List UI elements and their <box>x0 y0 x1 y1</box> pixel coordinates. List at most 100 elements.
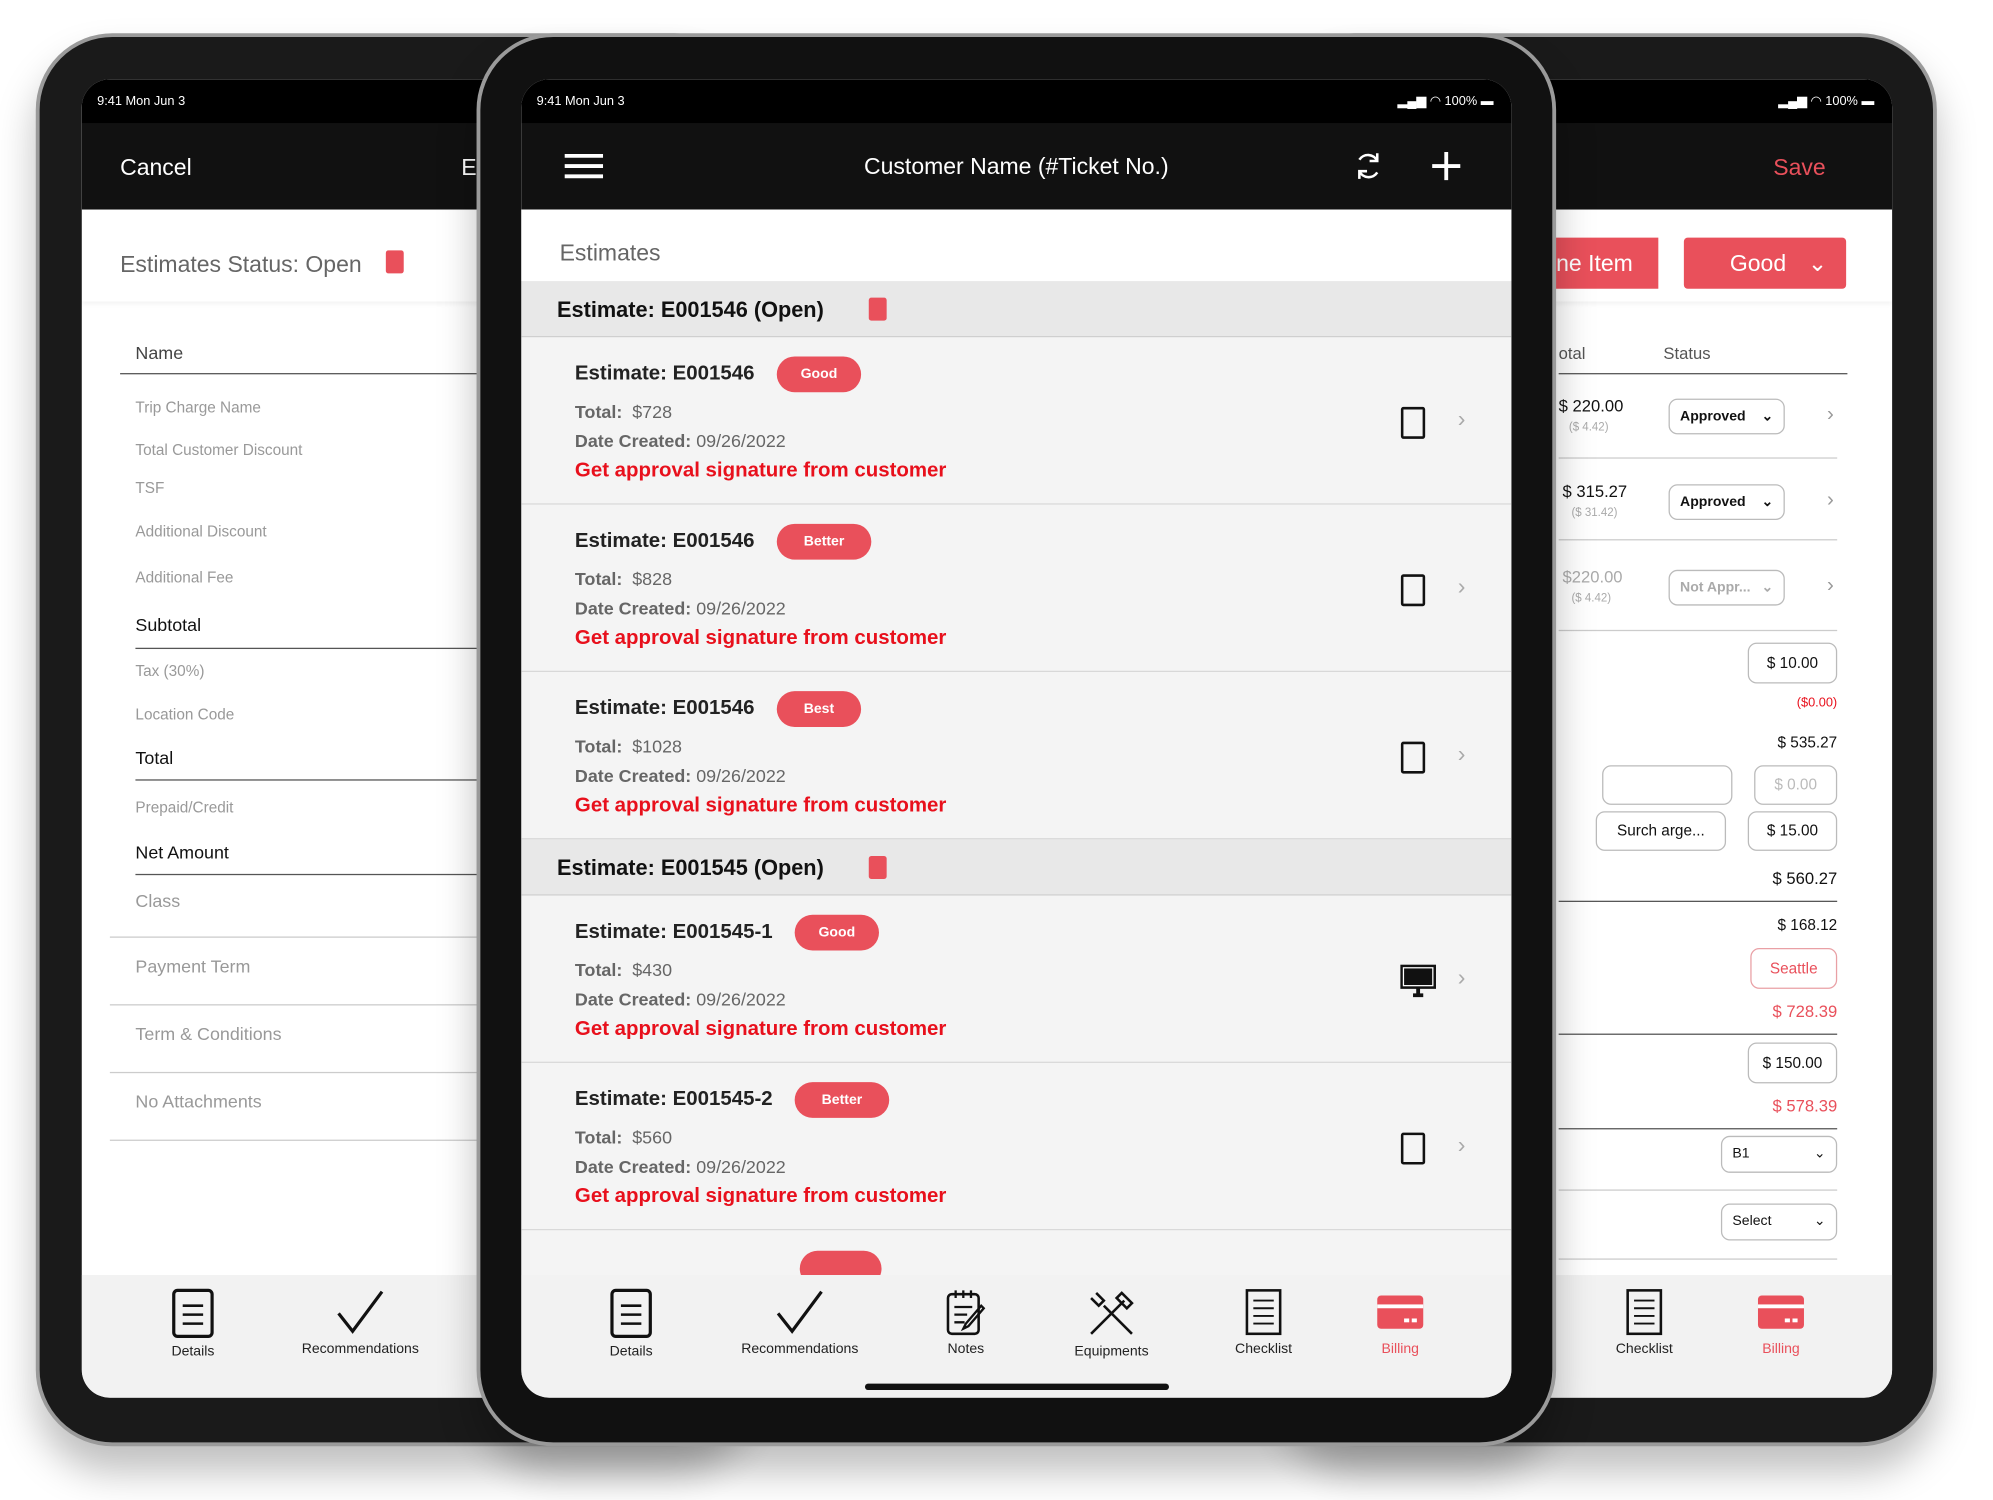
status-value: Approved <box>1680 494 1746 510</box>
approval-signature-link[interactable]: Get approval signature from customer <box>575 795 946 818</box>
tab-equipments[interactable]: Equipments <box>1041 1288 1182 1359</box>
document-icon <box>561 1288 702 1339</box>
field-class[interactable]: Class <box>135 890 180 910</box>
row-amount: $ 315.27 <box>1562 481 1628 501</box>
tax-amount-input[interactable]: $ 0.00 <box>1754 765 1838 805</box>
field-subtotal: Subtotal <box>135 614 202 635</box>
tab-label: Recommendations <box>741 1341 859 1357</box>
chevron-right-icon[interactable]: › <box>1458 406 1466 433</box>
field-terms[interactable]: Term & Conditions <box>135 1023 281 1043</box>
chevron-right-icon[interactable]: › <box>1458 574 1466 601</box>
status-select[interactable]: Approved ⌄ <box>1668 484 1785 520</box>
date-label: Date Created: <box>574 765 692 786</box>
estimate-total: Total: $430 <box>575 959 672 979</box>
refresh-icon[interactable] <box>1354 151 1382 182</box>
tab-recommendations[interactable]: Recommendations <box>730 1288 871 1357</box>
chevron-right-icon[interactable]: › <box>1827 489 1834 512</box>
chevron-right-icon[interactable]: › <box>1458 1132 1466 1159</box>
document-icon <box>172 1288 214 1338</box>
tier-badge: Better <box>794 1082 890 1118</box>
notes-icon <box>896 1288 1037 1337</box>
chevron-right-icon[interactable]: › <box>1458 965 1466 992</box>
checklist-icon <box>1626 1289 1663 1336</box>
tablet-icon <box>1400 741 1426 781</box>
approval-signature-link[interactable]: Get approval signature from customer <box>575 627 946 650</box>
estimate-card[interactable]: Estimate: E001545-2 Better Total: $560 D… <box>521 1062 1512 1231</box>
status-select[interactable]: Not Appr... ⌄ <box>1668 569 1785 606</box>
battery-text: 100% <box>1825 94 1858 109</box>
estimate-card[interactable]: Estimate: E001546 Good Total: $728 Date … <box>521 337 1512 505</box>
estimates-heading: Estimates <box>559 240 661 266</box>
estimate-card[interactable]: Estimate: E001545-1 Good Total: $430 Dat… <box>521 895 1512 1063</box>
tab-checklist[interactable]: Checklist <box>1193 1288 1334 1357</box>
field-prepaid[interactable]: Prepaid/Credit <box>135 799 233 817</box>
nav-title-partial: E <box>461 154 477 181</box>
add-icon[interactable] <box>1431 151 1462 182</box>
date-label: Date Created: <box>574 430 692 451</box>
class-select[interactable]: B1 ⌄ <box>1720 1135 1838 1173</box>
status-time: 9:41 Mon Jun 3 <box>536 94 625 109</box>
field-additional-discount[interactable]: Additional Discount <box>135 523 266 541</box>
estimate-section-header[interactable]: Estimate: E001545 (Open) <box>521 839 1512 896</box>
home-indicator <box>864 1383 1170 1391</box>
chevron-right-icon[interactable]: › <box>1458 741 1466 768</box>
tab-billing[interactable]: Billing <box>1330 1288 1471 1357</box>
payment-term-select[interactable]: Select ⌄ <box>1720 1203 1838 1241</box>
tools-icon <box>1041 1288 1182 1339</box>
status-select[interactable]: Approved ⌄ <box>1668 398 1785 435</box>
additional-fee-input[interactable]: $ 10.00 <box>1747 642 1838 684</box>
estimates-list[interactable]: Estimate: E001546 (Open) Estimate: E0015… <box>521 281 1512 1276</box>
save-button[interactable]: Save <box>1773 155 1825 182</box>
field-additional-fee[interactable]: Additional Fee <box>135 569 233 587</box>
field-location-code[interactable]: Location Code <box>135 705 234 723</box>
status-time: 9:41 Mon Jun 3 <box>97 94 186 109</box>
estimate-card[interactable] <box>521 1230 1512 1276</box>
desktop-icon <box>1400 964 1437 1005</box>
surcharge-input[interactable]: Surch arge... <box>1595 811 1727 851</box>
column-total: otal <box>1558 343 1586 363</box>
tab-billing[interactable]: Billing <box>1711 1288 1852 1357</box>
field-customer-discount[interactable]: Total Customer Discount <box>135 441 302 459</box>
tab-details[interactable]: Details <box>123 1288 264 1359</box>
field-name[interactable]: Name <box>135 342 183 362</box>
estimate-card[interactable]: Estimate: E001546 Better Total: $828 Dat… <box>521 504 1512 673</box>
prepaid-input[interactable]: $ 150.00 <box>1747 1042 1838 1084</box>
total-value: $ 560.27 <box>1772 868 1838 888</box>
field-payment-term[interactable]: Payment Term <box>135 956 250 976</box>
approval-signature-link[interactable]: Get approval signature from customer <box>575 1186 946 1209</box>
status-value: Approved <box>1680 408 1746 425</box>
tax-name-input[interactable] <box>1602 765 1733 805</box>
estimate-card[interactable]: Estimate: E001546 Best Total: $1028 Date… <box>521 672 1512 840</box>
date-value: 09/26/2022 <box>696 765 786 786</box>
chevron-right-icon[interactable]: › <box>1827 404 1834 427</box>
document-icon[interactable] <box>868 855 887 879</box>
field-tsf[interactable]: TSF <box>135 479 164 497</box>
checklist-icon <box>1193 1288 1334 1337</box>
document-icon[interactable] <box>868 297 887 321</box>
approval-signature-link[interactable]: Get approval signature from customer <box>575 460 946 483</box>
battery-text: 100% <box>1444 94 1478 109</box>
estimate-total: Total: $828 <box>575 569 672 589</box>
tab-checklist[interactable]: Checklist <box>1574 1288 1715 1357</box>
tier-select[interactable]: Good ⌄ <box>1683 237 1847 289</box>
tab-details[interactable]: Details <box>561 1288 702 1359</box>
estimate-name: Estimate: E001546 <box>574 697 755 720</box>
estimate-date: Date Created: 09/26/2022 <box>575 989 786 1009</box>
date-value: 09/26/2022 <box>696 1156 786 1177</box>
location-select[interactable]: Seattle <box>1750 947 1838 989</box>
cancel-button[interactable]: Cancel <box>120 155 192 182</box>
chevron-right-icon[interactable]: › <box>1827 575 1834 598</box>
document-icon[interactable] <box>385 250 404 274</box>
tab-recommendations[interactable]: Recommendations <box>290 1288 431 1357</box>
surcharge-amount-input[interactable]: $ 15.00 <box>1747 811 1838 851</box>
estimate-section-header[interactable]: Estimate: E001546 (Open) <box>521 281 1512 338</box>
section-title: Estimate: E001545 (Open) <box>557 855 824 881</box>
total-label: Total: <box>574 959 623 980</box>
tab-notes[interactable]: Notes <box>896 1288 1037 1357</box>
estimate-name: Estimate: E001545-2 <box>574 1088 773 1111</box>
tablet-icon <box>1400 574 1426 614</box>
field-trip-charge[interactable]: Trip Charge Name <box>135 399 261 417</box>
total-value: $430 <box>632 959 673 980</box>
approval-signature-link[interactable]: Get approval signature from customer <box>575 1018 946 1041</box>
field-attachments[interactable]: No Attachments <box>135 1091 261 1111</box>
